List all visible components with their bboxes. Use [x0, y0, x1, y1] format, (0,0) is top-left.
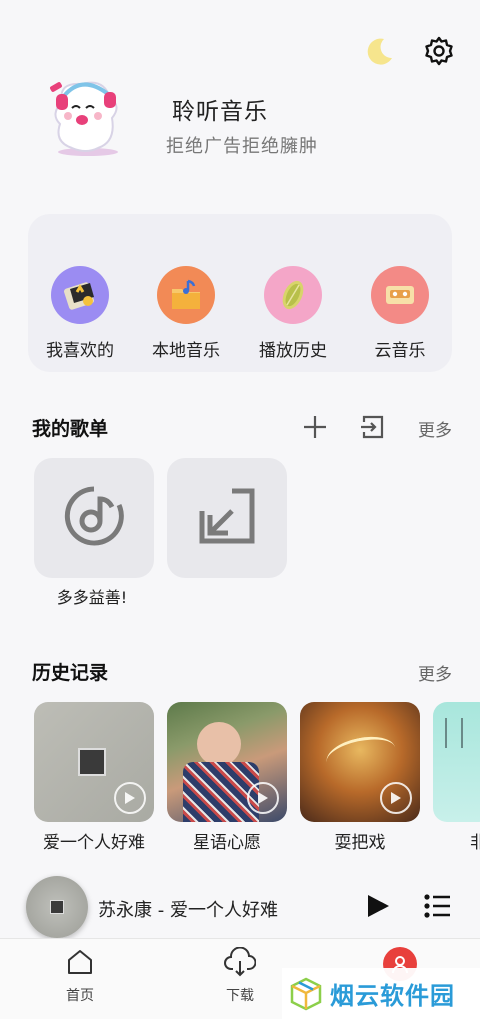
import-playlist-tile[interactable] — [167, 458, 287, 578]
history-item-name: 耍把戏 — [334, 833, 386, 853]
mini-player[interactable]: 苏永康 - 爱一个人好难 — [0, 872, 480, 938]
history-item-name: 非 — [470, 833, 480, 853]
play-icon[interactable] — [114, 782, 146, 814]
play-icon[interactable] — [247, 782, 279, 814]
tab-label: 首页 — [66, 988, 94, 1004]
quick-item-history[interactable]: 播放历史 — [248, 266, 338, 361]
quick-item-favorites[interactable]: 我喜欢的 — [35, 266, 125, 361]
tab-home[interactable]: 首页 — [40, 947, 120, 1005]
favorites-icon — [51, 266, 109, 324]
album-art — [445, 718, 463, 748]
quick-item-label: 本地音乐 — [152, 341, 220, 361]
history-item-name: 爱一个人好难 — [43, 833, 145, 853]
tab-label: 下载 — [226, 988, 254, 1004]
section-title: 我的歌单 — [32, 418, 109, 440]
import-playlist-icon[interactable] — [358, 412, 388, 442]
history-item-name: 星语心愿 — [193, 833, 261, 853]
quick-item-label: 我喜欢的 — [46, 341, 114, 361]
quick-item-label: 云音乐 — [374, 341, 426, 361]
history-card[interactable] — [433, 702, 480, 822]
quick-item-local-music[interactable]: 本地音乐 — [141, 266, 231, 361]
tab-download[interactable]: 下载 — [200, 947, 280, 1005]
history-icon — [264, 266, 322, 324]
my-playlists-header: 我的歌单 更多 — [32, 412, 452, 446]
watermark-logo-icon — [290, 977, 322, 1010]
now-playing-cover — [26, 876, 88, 938]
mascot-logo — [42, 72, 132, 158]
section-title: 历史记录 — [32, 662, 109, 684]
album-art — [323, 731, 399, 779]
top-toolbar — [362, 34, 456, 68]
playlist-queue-icon[interactable] — [424, 892, 452, 920]
cloud-music-icon — [371, 266, 429, 324]
history-card[interactable] — [300, 702, 420, 822]
import-icon — [196, 485, 258, 551]
add-playlist-icon[interactable] — [300, 412, 330, 442]
cloud-download-icon — [224, 947, 256, 977]
quick-item-label: 播放历史 — [259, 341, 327, 361]
music-disc-icon — [61, 483, 127, 553]
watermark: 烟云软件园 — [282, 968, 480, 1019]
history-card[interactable] — [34, 702, 154, 822]
playlist-tile[interactable] — [34, 458, 154, 578]
quick-actions-card: 我喜欢的 本地音乐 播放历史 云音乐 — [28, 214, 452, 372]
watermark-text: 烟云软件园 — [330, 982, 455, 1010]
album-art — [197, 722, 241, 766]
history-card[interactable] — [167, 702, 287, 822]
gear-icon[interactable] — [422, 34, 456, 68]
quick-item-cloud-music[interactable]: 云音乐 — [355, 266, 445, 361]
history-header: 历史记录 更多 — [32, 656, 452, 690]
now-playing-title: 苏永康 - 爱一个人好难 — [98, 900, 278, 921]
home-icon — [68, 950, 92, 974]
playlist-name: 多多益善! — [56, 588, 128, 607]
app-title: 聆听音乐 — [172, 99, 268, 125]
play-button[interactable] — [364, 892, 392, 920]
moon-icon[interactable] — [362, 34, 396, 68]
history-more-link[interactable]: 更多 — [418, 660, 452, 685]
album-art — [78, 748, 106, 776]
app-subtitle: 拒绝广告拒绝臃肿 — [166, 136, 318, 157]
play-icon[interactable] — [380, 782, 412, 814]
local-music-icon — [157, 266, 215, 324]
playlists-more-link[interactable]: 更多 — [418, 416, 452, 441]
brand-header: 聆听音乐 拒绝广告拒绝臃肿 — [42, 72, 442, 172]
